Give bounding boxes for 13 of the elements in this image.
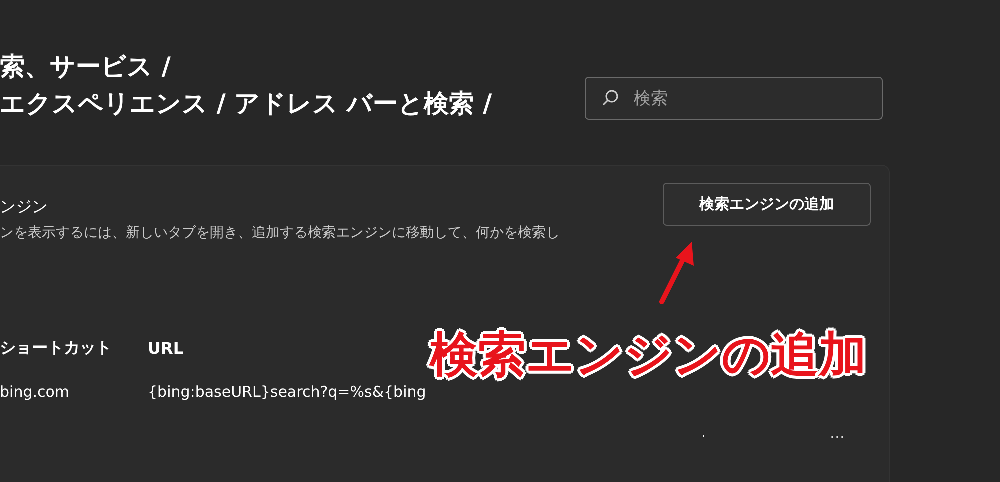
section-title: ンジン [0,197,49,217]
annotation-text: 検索エンジンの追加 [430,326,867,385]
column-header: ショートカット [0,338,113,358]
section-description: ンを表示するには、新しいタブを開き、追加する検索エンジンに移動して、何かを検索し [0,224,560,242]
table-cell: {bing:baseURL}search?q=%s&{bing [148,383,426,401]
breadcrumb-text: 索、サービス / [0,52,172,82]
dot-mark: . [702,425,706,441]
add-search-engine-button[interactable]: 検索エンジンの追加 [663,183,871,226]
table-cell-text: bing.com [0,383,71,401]
search-field[interactable]: 検索 [585,77,883,120]
breadcrumb-text: エクスペリエンス / アドレス バーと検索 / [0,89,492,119]
column-header: URL [148,338,184,358]
more-button[interactable]: … [826,424,849,442]
